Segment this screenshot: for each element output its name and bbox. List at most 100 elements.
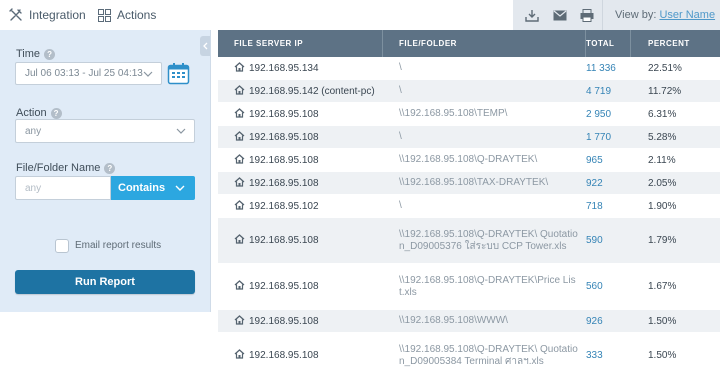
- percent-value: 1.79%: [648, 235, 677, 246]
- percent-cell: 2.05%: [631, 172, 720, 194]
- file-server-ip: 192.168.95.108: [249, 281, 319, 292]
- chevron-down-icon: [176, 128, 186, 134]
- action-label-row: Action ?: [16, 107, 62, 119]
- file-server-ip-cell: 192.168.95.108: [218, 218, 383, 263]
- file-folder-path: \: [399, 131, 402, 142]
- view-by: View by: User Name: [615, 0, 715, 30]
- email-report-checkbox[interactable]: [55, 239, 69, 253]
- total-link[interactable]: 926: [586, 316, 603, 327]
- collapse-panel-button[interactable]: [200, 36, 210, 56]
- percent-cell: 6.31%: [631, 103, 720, 125]
- download-icon: [525, 9, 539, 22]
- envelope-icon: [553, 10, 567, 20]
- total-link[interactable]: 718: [586, 201, 603, 212]
- help-icon[interactable]: ?: [104, 162, 116, 174]
- calendar-button[interactable]: [167, 62, 190, 85]
- total-link[interactable]: 4 719: [586, 86, 611, 97]
- file-folder-cell: \\192.168.95.108\Q-DRAYTEK\Price List.xl…: [383, 264, 586, 309]
- total-cell: 1 770: [586, 126, 631, 148]
- table-row[interactable]: 192.168.95.102 \ 718 1.90%: [218, 195, 720, 218]
- view-by-selector[interactable]: User Name: [659, 9, 715, 21]
- percent-cell: 11.72%: [631, 80, 720, 102]
- file-folder-path: \\192.168.95.108\Q-DRAYTEK\Price List.xl…: [399, 274, 576, 298]
- file-folder-placeholder: any: [25, 182, 42, 194]
- total-link[interactable]: 560: [586, 281, 603, 292]
- file-server-ip: 192.168.95.108: [249, 177, 319, 189]
- table-row[interactable]: 192.168.95.108 \ 1 770 5.28%: [218, 126, 720, 149]
- file-folder-input[interactable]: any: [15, 176, 111, 200]
- tools-icon: [9, 8, 23, 22]
- calendar-icon: [167, 63, 190, 85]
- file-folder-cell: \\192.168.95.108\Q-DRAYTEK\ Quotation_D0…: [383, 218, 586, 263]
- percent-value: 1.67%: [648, 281, 677, 292]
- home-icon: [234, 314, 245, 328]
- percent-value: 22.51%: [648, 62, 682, 74]
- action-select[interactable]: any: [15, 119, 195, 143]
- total-cell: 926: [586, 310, 631, 332]
- table-row[interactable]: 192.168.95.108 \\192.168.95.108\TEMP\ 2 95…: [218, 103, 720, 126]
- table-header: FILE SERVER IP FILE/FOLDER TOTAL PERCENT: [218, 30, 720, 57]
- percent-cell: 1.90%: [631, 195, 720, 217]
- table-row[interactable]: 192.168.95.108 \\192.168.95.108\Q-DRAYTEK…: [218, 333, 720, 379]
- file-folder-path: \\192.168.95.108\Q-DRAYTEK\: [399, 154, 538, 165]
- home-icon: [234, 280, 245, 293]
- file-folder-cell: \: [383, 195, 586, 217]
- file-folder-cell: \\192.168.95.108\TEMP\: [383, 103, 586, 125]
- column-header-file-server-ip[interactable]: FILE SERVER IP: [218, 30, 383, 57]
- file-folder-path: \\192.168.95.108\Q-DRAYTEK\ Quotation_D0…: [399, 343, 578, 367]
- home-icon: [234, 199, 245, 213]
- percent-value: 6.31%: [648, 108, 677, 120]
- table-row[interactable]: 192.168.95.108 \\192.168.95.108\WWW\ 926 1.…: [218, 310, 720, 333]
- table-row[interactable]: 192.168.95.108 \\192.168.95.108\TAX-DRAYT…: [218, 172, 720, 195]
- table-row[interactable]: 192.168.95.108 \\192.168.95.108\Q-DRAYTEK…: [218, 149, 720, 172]
- time-label: Time: [16, 48, 41, 60]
- table-row[interactable]: 192.168.95.108 \\192.168.95.108\Q-DRAYTEK…: [218, 218, 720, 264]
- total-cell: 718: [586, 195, 631, 217]
- action-value: any: [25, 125, 42, 137]
- total-link[interactable]: 333: [586, 350, 603, 361]
- home-icon: [234, 153, 245, 167]
- home-icon: [234, 61, 245, 75]
- table-row[interactable]: 192.168.95.108 \\192.168.95.108\Q-DRAYTEK…: [218, 264, 720, 310]
- file-server-ip-cell: 192.168.95.108: [218, 264, 383, 309]
- total-link[interactable]: 590: [586, 235, 603, 246]
- match-mode-select[interactable]: Contains: [111, 176, 195, 200]
- total-link[interactable]: 11 336: [586, 63, 616, 74]
- time-range-select[interactable]: Jul 06 03:13 - Jul 25 04:13: [15, 62, 162, 85]
- nav-integration[interactable]: Integration: [9, 0, 86, 30]
- total-link[interactable]: 922: [586, 178, 603, 189]
- help-icon[interactable]: ?: [44, 48, 56, 60]
- file-folder-path: \\192.168.95.108\TEMP\: [399, 108, 508, 119]
- nav-actions[interactable]: Actions: [98, 0, 156, 30]
- table-row[interactable]: 192.168.95.142 (content-pc) \ 4 719 11.72%: [218, 80, 720, 103]
- grid-icon: [98, 8, 111, 22]
- total-link[interactable]: 2 950: [586, 109, 611, 120]
- file-server-ip: 192.168.95.108: [249, 350, 319, 361]
- file-server-ip-cell: 192.168.95.108: [218, 333, 383, 378]
- column-header-percent[interactable]: PERCENT: [631, 30, 720, 57]
- file-server-ip-cell: 192.168.95.108: [218, 149, 383, 171]
- email-button[interactable]: [549, 5, 571, 25]
- column-header-total[interactable]: TOTAL: [586, 30, 631, 57]
- total-link[interactable]: 965: [586, 155, 603, 166]
- total-cell: 560: [586, 264, 631, 309]
- print-button[interactable]: [576, 5, 598, 25]
- file-folder-path: \: [399, 85, 402, 96]
- time-range-value: Jul 06 03:13 - Jul 25 04:13: [25, 68, 143, 79]
- total-link[interactable]: 1 770: [586, 132, 611, 143]
- download-button[interactable]: [521, 5, 543, 25]
- file-server-ip-cell: 192.168.95.134: [218, 57, 383, 79]
- run-report-button[interactable]: Run Report: [15, 270, 195, 294]
- home-icon: [234, 130, 245, 144]
- file-server-ip-cell: 192.168.95.108: [218, 172, 383, 194]
- table-row[interactable]: 192.168.95.134 \ 11 336 22.51%: [218, 57, 720, 80]
- view-by-label: View by:: [615, 9, 657, 21]
- total-cell: 590: [586, 218, 631, 263]
- column-header-file-folder[interactable]: FILE/FOLDER: [383, 30, 586, 57]
- help-icon[interactable]: ?: [50, 107, 62, 119]
- file-server-ip-cell: 192.168.95.108: [218, 310, 383, 332]
- file-folder-cell: \: [383, 126, 586, 148]
- home-icon: [234, 349, 245, 362]
- file-folder-label-row: File/Folder Name ?: [16, 162, 116, 174]
- file-folder-cell: \\192.168.95.108\Q-DRAYTEK\ Quotation_D0…: [383, 333, 586, 378]
